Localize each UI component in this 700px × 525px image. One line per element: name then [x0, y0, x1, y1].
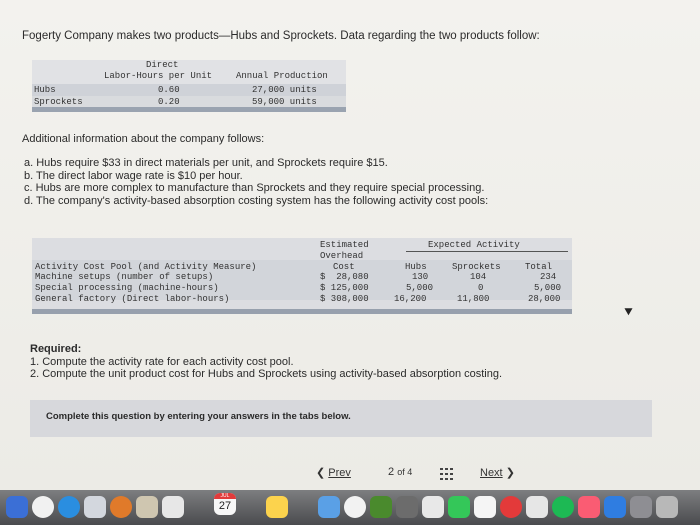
- table-bottom-bar: [32, 309, 572, 314]
- list-item: a. Hubs require $33 in direct materials …: [24, 157, 388, 169]
- row-dlh-sprockets: 0.20: [158, 97, 180, 107]
- system-preferences-icon[interactable]: [630, 496, 652, 518]
- sprockets-general-factory: 11,800: [457, 294, 490, 304]
- expected-activity-underline: [406, 251, 568, 252]
- news-icon[interactable]: [500, 496, 522, 518]
- additional-info-heading: Additional information about the company…: [22, 133, 265, 145]
- total-special-processing: 5,000: [534, 283, 562, 293]
- mail-icon[interactable]: [136, 496, 158, 518]
- intro-text: Fogerty Company makes two products—Hubs …: [22, 30, 540, 42]
- required-section: Required: 1. Compute the activity rate f…: [30, 343, 502, 381]
- sprockets-machine-setups: 104: [470, 272, 487, 282]
- grid-view-icon[interactable]: [440, 468, 454, 483]
- header-sprockets: Sprockets: [452, 262, 501, 272]
- pool-machine-setups: Machine setups (number of setups): [35, 272, 214, 282]
- music-icon[interactable]: [578, 496, 600, 518]
- trash-icon[interactable]: [656, 496, 678, 518]
- next-button[interactable]: Next ❯: [480, 466, 515, 479]
- safari-icon[interactable]: [58, 496, 80, 518]
- activity-table: Estimated Overhead Cost Expected Activit…: [32, 238, 572, 314]
- app-store-icon[interactable]: [604, 496, 626, 518]
- total-machine-setups: 234: [540, 272, 557, 282]
- header-hubs: Hubs: [405, 262, 427, 272]
- chevron-left-icon: ❮: [316, 467, 326, 479]
- list-item: b. The direct labor wage rate is $10 per…: [24, 169, 243, 182]
- row-name-hubs: Hubs: [34, 85, 56, 95]
- reminders-icon[interactable]: [422, 496, 444, 518]
- header-expected-activity: Expected Activity: [428, 240, 520, 250]
- hubs-machine-setups: 130: [412, 272, 429, 282]
- header-direct: Direct: [146, 60, 179, 70]
- firefox-icon[interactable]: [110, 496, 132, 518]
- question-page: Fogerty Company makes two products—Hubs …: [0, 0, 700, 490]
- instruction-banner: Complete this question by entering your …: [30, 400, 652, 437]
- numbers-icon[interactable]: [526, 496, 548, 518]
- facetime-icon[interactable]: [396, 496, 418, 518]
- list-item: 1. Compute the activity rate for each ac…: [30, 355, 294, 368]
- mouse-pointer-icon: [624, 304, 635, 316]
- row-production-hubs: 27,000 units: [252, 85, 317, 95]
- pool-special-processing: Special processing (machine-hours): [35, 283, 219, 293]
- calendar-icon[interactable]: JUL 27: [214, 493, 236, 515]
- cost-machine-setups: $ 28,080: [320, 272, 369, 282]
- finder-icon[interactable]: [6, 496, 28, 518]
- sprockets-special-processing: 0: [478, 283, 484, 293]
- photos-icon[interactable]: [344, 496, 366, 518]
- instruction-text: Complete this question by entering your …: [46, 411, 351, 422]
- info-list: a. Hubs require $33 in direct materials …: [24, 157, 488, 207]
- header-annual-production: Annual Production: [236, 71, 328, 81]
- contacts-icon[interactable]: [162, 496, 184, 518]
- launchpad-icon[interactable]: [84, 496, 106, 518]
- notes-icon[interactable]: [266, 496, 288, 518]
- table-bottom-bar: [32, 107, 346, 112]
- product-table: Direct Labor-Hours per Unit Annual Produ…: [32, 60, 346, 112]
- calendar-day: 27: [218, 500, 232, 512]
- row-name-sprockets: Sprockets: [34, 97, 83, 107]
- header-total: Total: [525, 262, 553, 272]
- hubs-general-factory: 16,200: [394, 294, 427, 304]
- chrome-icon[interactable]: [32, 496, 54, 518]
- pool-general-factory: General factory (Direct labor-hours): [35, 294, 230, 304]
- required-heading: Required:: [30, 343, 82, 355]
- row-dlh-hubs: 0.60: [158, 85, 180, 95]
- header-cost: Cost: [333, 262, 355, 272]
- cost-special-processing: $ 125,000: [320, 283, 369, 293]
- facetime-video-icon[interactable]: [448, 496, 470, 518]
- header-estimated: Estimated: [320, 240, 369, 250]
- next-link[interactable]: Next: [480, 467, 503, 479]
- spotify-icon[interactable]: [552, 496, 574, 518]
- prev-button[interactable]: ❮ Prev: [316, 466, 351, 479]
- row-production-sprockets: 59,000 units: [252, 97, 317, 107]
- list-item: d. The company's activity-based absorpti…: [24, 194, 489, 207]
- hubs-special-processing: 5,000: [406, 283, 434, 293]
- cost-general-factory: $ 308,000: [320, 294, 369, 304]
- list-item: c. Hubs are more complex to manufacture …: [24, 182, 485, 194]
- total-general-factory: 28,000: [528, 294, 561, 304]
- maps-icon[interactable]: [318, 496, 340, 518]
- current-page: 2: [388, 466, 395, 478]
- header-activity-cost-pool: Activity Cost Pool (and Activity Measure…: [35, 262, 257, 272]
- header-overhead: Overhead: [320, 251, 364, 261]
- page-total: of 4: [397, 467, 413, 477]
- chevron-right-icon: ❯: [505, 467, 515, 479]
- list-item: 2. Compute the unit product cost for Hub…: [30, 368, 503, 380]
- prev-link[interactable]: Prev: [328, 467, 351, 479]
- messages-icon[interactable]: [370, 496, 392, 518]
- dock: JUL 27: [0, 490, 700, 525]
- preview-icon[interactable]: [474, 496, 496, 518]
- header-labor-hours: Labor-Hours per Unit: [104, 71, 213, 81]
- page-indicator: 2 of 4: [388, 466, 412, 478]
